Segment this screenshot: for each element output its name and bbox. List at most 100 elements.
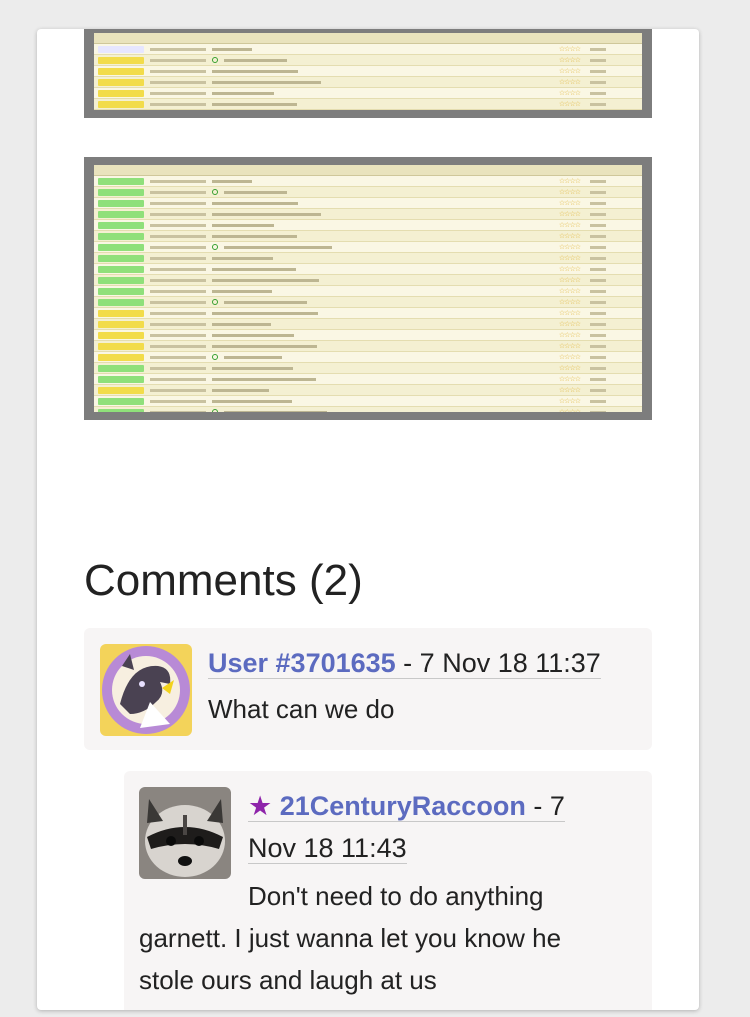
rating-stars-icon: ☆☆☆☆ <box>558 200 581 207</box>
comment-author-link[interactable]: 21CenturyRaccoon <box>280 791 526 821</box>
uploader-cell <box>590 190 606 194</box>
rating-stars-icon: ☆☆☆☆ <box>558 277 581 284</box>
status-icon <box>212 354 218 360</box>
category-tag <box>98 56 144 64</box>
screenshot-image-bottom[interactable]: ☆☆☆☆ ☆☆☆☆ ☆☆☆☆ ☆☆☆☆ ☆☆☆☆ ☆☆☆☆ ☆☆☆☆ ☆☆☆☆ ☆☆☆☆ ☆☆☆☆… <box>84 157 652 420</box>
rating-stars-icon: ☆☆☆☆ <box>558 332 581 339</box>
uploader-cell <box>590 80 606 84</box>
table-row: ☆☆☆☆ <box>94 363 642 374</box>
rating-stars-icon: ☆☆☆☆ <box>558 310 581 317</box>
table-row: ☆☆☆☆ <box>94 176 642 187</box>
table-row: ☆☆☆☆ <box>94 198 642 209</box>
date-cell <box>150 289 206 293</box>
rating-stars-icon: ☆☆☆☆ <box>558 211 581 218</box>
category-tag <box>98 67 144 75</box>
screenshot-image-top[interactable]: ☆☆☆☆☆☆☆☆☆☆☆☆☆☆☆☆☆☆☆☆☆☆☆☆☆☆☆☆☆☆☆☆ <box>84 29 652 118</box>
name-cell <box>212 377 316 381</box>
table-row: ☆☆☆☆ <box>94 385 642 396</box>
category-tag <box>98 408 144 412</box>
name-cell <box>212 322 271 326</box>
table-row: ☆☆☆☆ <box>94 286 642 297</box>
date-cell <box>150 256 206 260</box>
name-cell <box>212 278 319 282</box>
table-row: ☆☆☆☆ <box>94 275 642 286</box>
avatar[interactable] <box>100 644 192 736</box>
uploader-cell <box>590 223 606 227</box>
date-cell <box>150 333 206 337</box>
rating-stars-icon: ☆☆☆☆ <box>558 233 581 240</box>
table-row: ☆☆☆☆ <box>94 330 642 341</box>
rating-stars-icon: ☆☆☆☆ <box>558 288 581 295</box>
category-tag <box>98 232 144 240</box>
table-row: ☆☆☆☆ <box>94 44 642 55</box>
uploader-cell <box>590 278 606 282</box>
uploader-cell <box>590 311 606 315</box>
status-icon <box>212 299 218 305</box>
rating-stars-icon: ☆☆☆☆ <box>558 255 581 262</box>
uploader-cell <box>590 179 606 183</box>
uploader-cell <box>590 256 606 260</box>
table-row: ☆☆☆☆ <box>94 99 642 110</box>
comment-item: User #3701635 - 7 Nov 18 11:37 What can … <box>84 628 652 750</box>
name-cell <box>224 58 287 62</box>
date-cell <box>150 223 206 227</box>
date-cell <box>150 322 206 326</box>
category-tag <box>98 364 144 372</box>
rating-stars-icon: ☆☆☆☆ <box>558 46 581 53</box>
table-row: ☆☆☆☆ <box>94 396 642 407</box>
uploader-cell <box>590 355 606 359</box>
comment-separator: - <box>395 648 420 678</box>
post-card: ☆☆☆☆ ☆☆☆☆ ☆☆☆☆ ☆☆☆☆ ☆☆☆☆ ☆☆☆☆ ☆☆☆☆ ☆☆☆☆ ☆☆☆☆ ☆☆☆… <box>37 29 699 1010</box>
category-tag <box>98 309 144 317</box>
name-cell <box>212 366 293 370</box>
comment-body: What can we do <box>208 694 395 724</box>
date-cell <box>150 212 206 216</box>
name-cell <box>212 289 272 293</box>
rating-stars-icon: ☆☆☆☆ <box>558 343 581 350</box>
uploader-cell <box>590 300 606 304</box>
table-header <box>94 33 642 44</box>
avatar[interactable] <box>139 787 231 879</box>
date-cell <box>150 190 206 194</box>
category-tag <box>98 221 144 229</box>
rating-stars-icon: ☆☆☆☆ <box>558 321 581 328</box>
name-cell <box>212 212 321 216</box>
date-cell <box>150 278 206 282</box>
uploader-cell <box>590 267 606 271</box>
uploader-cell <box>590 102 606 106</box>
name-cell <box>224 410 327 412</box>
category-tag <box>98 78 144 86</box>
date-cell <box>150 201 206 205</box>
category-tag <box>98 210 144 218</box>
date-cell <box>150 245 206 249</box>
name-cell <box>212 267 296 271</box>
category-tag <box>98 320 144 328</box>
uploader-cell <box>590 322 606 326</box>
date-cell <box>150 300 206 304</box>
date-cell <box>150 102 206 106</box>
uploader-cell <box>590 410 606 412</box>
comment-timestamp[interactable]: 7 Nov 18 11:37 <box>420 648 601 678</box>
category-tag <box>98 331 144 339</box>
rating-stars-icon: ☆☆☆☆ <box>558 222 581 229</box>
rating-stars-icon: ☆☆☆☆ <box>558 365 581 372</box>
table-row: ☆☆☆☆ <box>94 407 642 412</box>
table-row: ☆☆☆☆ <box>94 209 642 220</box>
category-tag <box>98 89 144 97</box>
date-cell <box>150 47 206 51</box>
category-tag <box>98 265 144 273</box>
status-icon <box>212 409 218 412</box>
name-cell <box>212 344 317 348</box>
name-cell <box>212 69 298 73</box>
table-row: ☆☆☆☆ <box>94 374 642 385</box>
date-cell <box>150 179 206 183</box>
avatar-dragon-image <box>100 644 192 736</box>
date-cell <box>150 69 206 73</box>
comment-reply-item: ★ 21CenturyRaccoon - 7 Nov 18 11:43 Don'… <box>124 771 652 1010</box>
category-tag <box>98 386 144 394</box>
rating-stars-icon: ☆☆☆☆ <box>558 387 581 394</box>
date-cell <box>150 410 206 412</box>
star-icon: ★ <box>248 791 273 821</box>
comment-author-link[interactable]: User #3701635 <box>208 648 396 678</box>
category-tag <box>98 397 144 405</box>
